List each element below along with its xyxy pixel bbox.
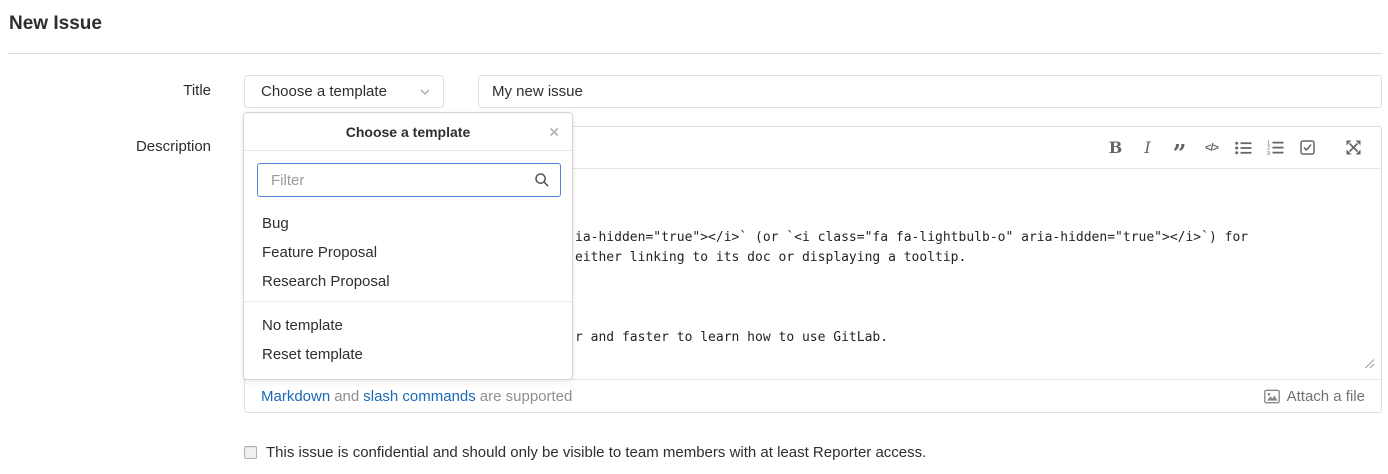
attach-image-icon xyxy=(1264,389,1280,404)
bullet-list-icon[interactable] xyxy=(1234,137,1253,159)
task-list-icon[interactable] xyxy=(1298,137,1317,159)
dropdown-divider xyxy=(244,301,572,302)
confidential-option-row: This issue is confidential and should on… xyxy=(244,444,926,461)
attach-file-button[interactable]: Attach a file xyxy=(1264,388,1365,405)
footer-and-text: and xyxy=(334,388,359,405)
description-label: Description xyxy=(0,138,211,155)
template-filter-input[interactable] xyxy=(257,163,561,197)
svg-text:3: 3 xyxy=(1267,151,1270,155)
editor-footer: Markdownandslash commandsare supported A… xyxy=(245,379,1381,413)
template-option-no-template[interactable]: No template xyxy=(244,311,572,340)
numbered-list-icon[interactable]: 123 xyxy=(1266,137,1285,159)
template-option-feature-proposal[interactable]: Feature Proposal xyxy=(244,238,572,267)
page-title: New Issue xyxy=(9,13,102,35)
dropdown-header: Choose a template × xyxy=(244,113,572,151)
template-option-research-proposal[interactable]: Research Proposal xyxy=(244,267,572,296)
close-icon[interactable]: × xyxy=(549,123,559,140)
search-icon xyxy=(534,172,550,188)
confidential-label: This issue is confidential and should on… xyxy=(266,444,926,461)
title-label: Title xyxy=(0,82,211,99)
template-option-bug[interactable]: Bug xyxy=(244,209,572,238)
description-textarea-content[interactable]: ia-hidden="true"></i>` (or `<i class="fa… xyxy=(575,228,1248,348)
quote-icon[interactable]: ” xyxy=(1170,137,1189,159)
fullscreen-icon[interactable] xyxy=(1344,137,1363,159)
template-option-reset-template[interactable]: Reset template xyxy=(244,340,572,369)
bold-icon[interactable]: B xyxy=(1106,137,1125,159)
italic-icon[interactable]: I xyxy=(1138,137,1157,159)
footer-suffix-text: are supported xyxy=(480,388,573,405)
template-list: Bug Feature Proposal Research Proposal N… xyxy=(244,209,572,369)
slash-commands-link[interactable]: slash commands xyxy=(363,388,476,405)
choose-template-button-label: Choose a template xyxy=(261,83,387,100)
markdown-help-text: Markdownandslash commandsare supported xyxy=(261,388,576,405)
code-icon[interactable]: </> xyxy=(1202,137,1221,159)
issue-title-input[interactable] xyxy=(478,75,1382,108)
chevron-down-icon xyxy=(419,88,431,96)
header-divider xyxy=(8,53,1382,54)
choose-template-dropdown-button[interactable]: Choose a template xyxy=(244,75,444,108)
markdown-link[interactable]: Markdown xyxy=(261,388,330,405)
dropdown-title: Choose a template xyxy=(346,124,470,140)
confidential-checkbox[interactable] xyxy=(244,446,257,459)
attach-file-label: Attach a file xyxy=(1287,388,1365,405)
textarea-resize-handle[interactable] xyxy=(1364,358,1375,369)
choose-template-dropdown-panel: Choose a template × Bug Feature Proposal… xyxy=(243,112,573,380)
